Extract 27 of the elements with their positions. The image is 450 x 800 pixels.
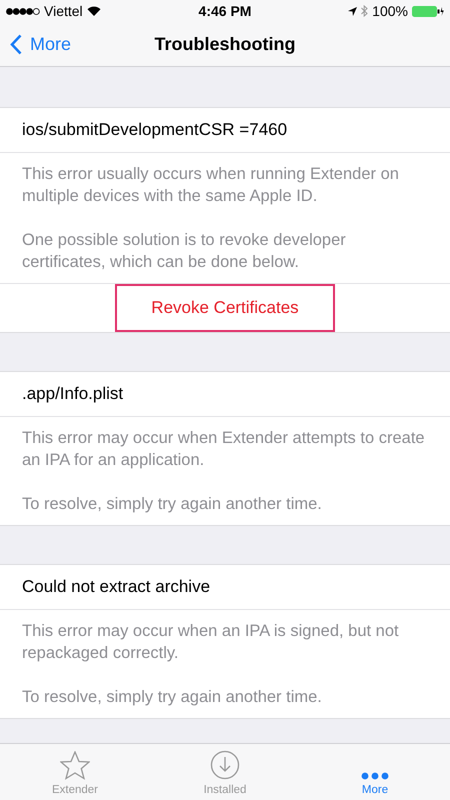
battery-icon [412, 6, 444, 16]
error-description: This error may occur when an IPA is signed, but not repackaged correctly. [22, 621, 400, 664]
tab[interactable]: Installed [175, 744, 275, 800]
back-button[interactable]: More [0, 34, 82, 54]
chevron-icon [10, 34, 22, 54]
location-icon [348, 6, 358, 16]
bluetooth-icon [361, 5, 368, 17]
tab[interactable]: More [325, 744, 425, 800]
star-icon [60, 751, 90, 780]
carrier: Viettel [44, 3, 83, 19]
error-title: Could not extract archive [0, 565, 450, 610]
error-description: To resolve, simply try again another time. [22, 687, 323, 708]
time: 4:46 PM [198, 3, 252, 19]
signal-icon [6, 8, 40, 14]
revoke-button[interactable]: Revoke Certificates [115, 284, 335, 332]
error-description: To resolve, simply try again another time. [22, 494, 323, 515]
tab[interactable]: Extender [25, 744, 125, 800]
page-title: Troubleshooting [154, 34, 296, 54]
error-description: One possible solution is to revoke developer certificates, which can be done below. [22, 230, 347, 273]
error-title: .app/Info.plist [0, 372, 450, 417]
error-description: This error usually occurs when running Extender on multiple devices with the same Apple ID. [22, 164, 400, 207]
error-description: This error may occur when Extender attempts to create an IPA for an application. [22, 428, 426, 471]
more-icon [361, 772, 389, 780]
error-title: ios/submitDevelopmentCSR =7460 [0, 108, 450, 153]
download-icon [210, 750, 240, 780]
wifi-icon [86, 6, 101, 16]
battery-percent: 100% [372, 3, 408, 19]
